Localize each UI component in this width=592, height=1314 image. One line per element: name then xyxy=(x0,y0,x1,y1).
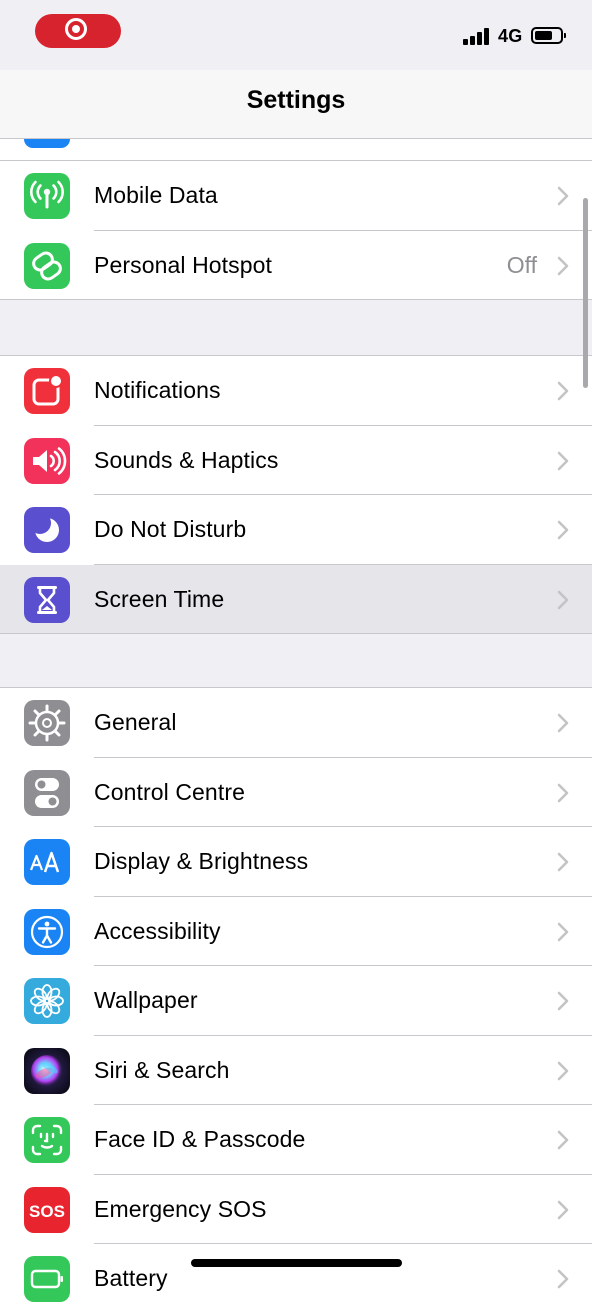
sos-icon-label: SOS xyxy=(29,1202,65,1221)
chevron-right-icon xyxy=(557,256,569,275)
status-bar: 4G xyxy=(0,0,592,70)
settings-row-label: Emergency SOS xyxy=(94,1195,267,1222)
cellular-signal-icon xyxy=(463,27,493,45)
settings-row-label: Face ID & Passcode xyxy=(94,1126,306,1152)
speaker-icon xyxy=(24,437,70,484)
settings-row-control-centre[interactable]: Control Centre xyxy=(0,758,592,827)
settings-row-label: Notifications xyxy=(94,377,221,403)
chevron-right-icon xyxy=(557,451,569,470)
settings-row-battery[interactable]: Battery xyxy=(0,1244,592,1314)
text-size-icon xyxy=(24,839,70,885)
settings-row-accessibility[interactable]: Accessibility xyxy=(0,897,592,966)
chevron-right-icon xyxy=(557,1269,569,1289)
battery-status-icon xyxy=(531,27,566,44)
chevron-right-icon xyxy=(557,991,569,1011)
flower-icon xyxy=(24,978,70,1024)
settings-row-label: Display & Brightness xyxy=(94,848,309,874)
chevron-right-icon xyxy=(557,186,569,206)
chevron-right-icon xyxy=(557,1200,569,1219)
settings-row-label: Siri & Search xyxy=(94,1056,230,1083)
settings-row-do-not-disturb[interactable]: Do Not Disturb xyxy=(0,495,592,565)
settings-row-label: Sounds & Haptics xyxy=(94,446,279,473)
antenna-icon xyxy=(24,173,70,219)
notifications-icon xyxy=(24,368,70,414)
chevron-right-icon xyxy=(557,590,569,609)
record-icon xyxy=(65,18,87,40)
settings-row-screen-time[interactable]: Screen Time xyxy=(0,564,592,634)
moon-icon xyxy=(24,507,70,553)
network-type: 4G xyxy=(498,26,523,46)
settings-row-label: Control Centre xyxy=(94,778,245,805)
settings-row-label: General xyxy=(94,709,177,735)
partial-row[interactable] xyxy=(0,139,592,161)
chevron-right-icon xyxy=(557,1130,569,1150)
face-id-icon xyxy=(24,1117,70,1163)
accessibility-icon xyxy=(24,908,70,955)
chevron-right-icon xyxy=(557,520,569,540)
settings-row-value: Off xyxy=(506,251,537,278)
chevron-right-icon xyxy=(557,381,569,401)
settings-row-notifications[interactable]: Notifications xyxy=(0,356,592,426)
sos-icon: SOS xyxy=(24,1186,70,1233)
settings-row-emergency-sos[interactable]: SOS Emergency SOS xyxy=(0,1175,592,1244)
gear-icon xyxy=(24,700,70,746)
battery-icon xyxy=(24,1256,70,1302)
settings-row-sounds-haptics[interactable]: Sounds & Haptics xyxy=(0,426,592,495)
settings-row-wallpaper[interactable]: Wallpaper xyxy=(0,966,592,1036)
settings-row-display-brightness[interactable]: Display & Brightness xyxy=(0,827,592,897)
settings-group-connectivity: Mobile Data Personal Hotspot Off xyxy=(0,161,592,300)
navigation-bar: Settings xyxy=(0,70,592,139)
siri-icon xyxy=(24,1047,70,1094)
settings-row-label: Mobile Data xyxy=(94,182,218,208)
toggles-icon xyxy=(24,769,70,816)
settings-group-system: General Control Centre Display & Brightn xyxy=(0,687,592,1314)
settings-row-label: Personal Hotspot xyxy=(94,251,273,278)
home-indicator[interactable] xyxy=(191,1259,402,1267)
chevron-right-icon xyxy=(557,1061,569,1080)
settings-group-notifications: Notifications Sounds & Haptics Do Not Di xyxy=(0,355,592,634)
settings-row-face-id-passcode[interactable]: Face ID & Passcode xyxy=(0,1105,592,1175)
settings-row-label: Battery xyxy=(94,1265,168,1291)
settings-row-general[interactable]: General xyxy=(0,688,592,758)
settings-row-label: Wallpaper xyxy=(94,987,198,1013)
settings-row-mobile-data[interactable]: Mobile Data xyxy=(0,161,592,231)
page-title: Settings xyxy=(246,86,346,114)
settings-row-personal-hotspot[interactable]: Personal Hotspot Off xyxy=(0,231,592,300)
settings-row-label: Screen Time xyxy=(94,585,225,612)
settings-row-siri-search[interactable]: Siri & Search xyxy=(0,1036,592,1105)
settings-row-label: Do Not Disturb xyxy=(94,516,247,542)
chevron-right-icon xyxy=(557,922,569,941)
chevron-right-icon xyxy=(557,783,569,802)
hotspot-link-icon xyxy=(24,242,70,289)
settings-row-label: Accessibility xyxy=(94,917,221,944)
hourglass-icon xyxy=(24,576,70,623)
scroll-indicator[interactable] xyxy=(583,198,588,388)
screen-recording-indicator[interactable] xyxy=(35,14,121,48)
chevron-right-icon xyxy=(557,713,569,733)
chevron-right-icon xyxy=(557,852,569,872)
partial-app-icon xyxy=(24,139,70,148)
